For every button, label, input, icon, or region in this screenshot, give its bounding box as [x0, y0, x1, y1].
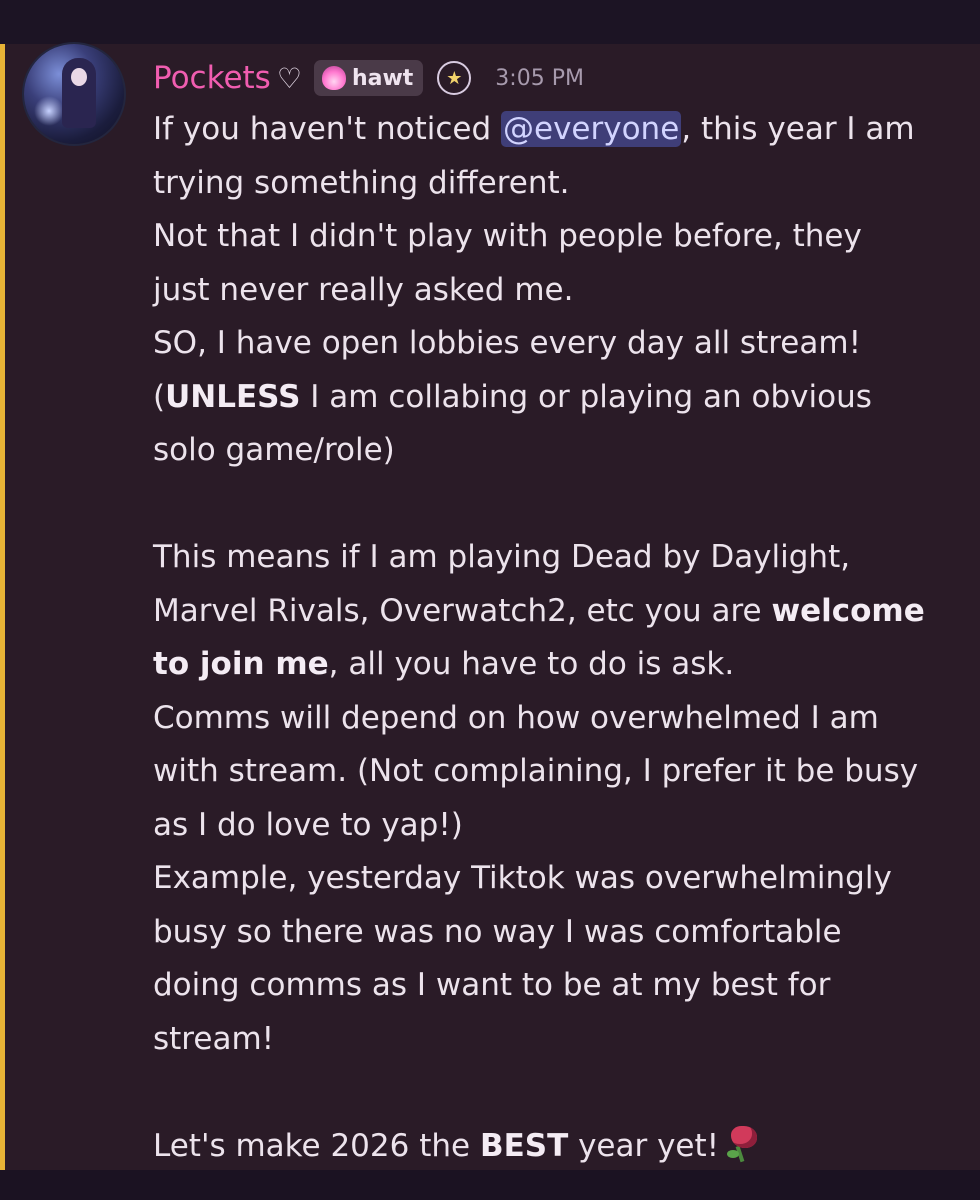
username-suffix: ♡	[276, 61, 302, 95]
message-line: with stream. (Not complaining, I prefer …	[153, 753, 919, 789]
everyone-mention[interactable]: @everyone	[501, 111, 682, 147]
next-message-strip	[0, 1170, 980, 1200]
mention-highlight-bar	[0, 44, 5, 1170]
pink-flame-icon	[321, 66, 346, 90]
avatar[interactable]	[24, 44, 124, 144]
message-line: Comms will depend on how overwhelmed I a…	[153, 699, 879, 736]
message-line: If you haven't noticed @everyone, this y…	[153, 111, 915, 147]
message-line: Example, yesterday Tiktok was overwhelmi…	[153, 860, 892, 896]
chat-message[interactable]: Pockets ♡ hawt ★ 3:05 PM If you haven't …	[0, 44, 980, 1170]
timestamp[interactable]: 3:05 PM	[495, 66, 584, 91]
message-line: (UNLESS I am collabing or playing an obv…	[153, 378, 872, 415]
role-tag-label: hawt	[351, 65, 414, 91]
message-line: This means if I am playing Dead by Dayli…	[153, 539, 851, 575]
message-line: Not that I didn't play with people befor…	[153, 218, 862, 254]
message-line: Let's make 2026 the BEST year yet!	[153, 1120, 963, 1174]
rose-emoji	[723, 1124, 763, 1164]
message-line: busy so there was no way I was comfortab…	[153, 913, 842, 950]
message-line: doing comms as I want to be at my best f…	[153, 967, 831, 1003]
username[interactable]: Pockets	[153, 60, 271, 96]
message-content: If you haven't noticed @everyone, this y…	[153, 103, 963, 1173]
message-line: Marvel Rivals, Overwatch2, etc you are w…	[153, 592, 925, 629]
message-line: trying something different.	[153, 164, 570, 201]
message-line: stream!	[153, 1020, 275, 1057]
message-line: SO, I have open lobbies every day all st…	[153, 325, 861, 361]
role-tag[interactable]: hawt	[313, 60, 424, 96]
message-line: to join me, all you have to do is ask.	[153, 646, 735, 682]
message-line: as I do love to yap!)	[153, 806, 463, 843]
message-header: Pockets ♡ hawt ★ 3:05 PM	[153, 58, 584, 98]
message-line: solo game/role)	[153, 432, 395, 468]
crescent-star-badge-icon[interactable]: ★	[437, 61, 472, 95]
previous-message-strip	[0, 0, 980, 44]
message-line: just never really asked me.	[153, 271, 574, 308]
